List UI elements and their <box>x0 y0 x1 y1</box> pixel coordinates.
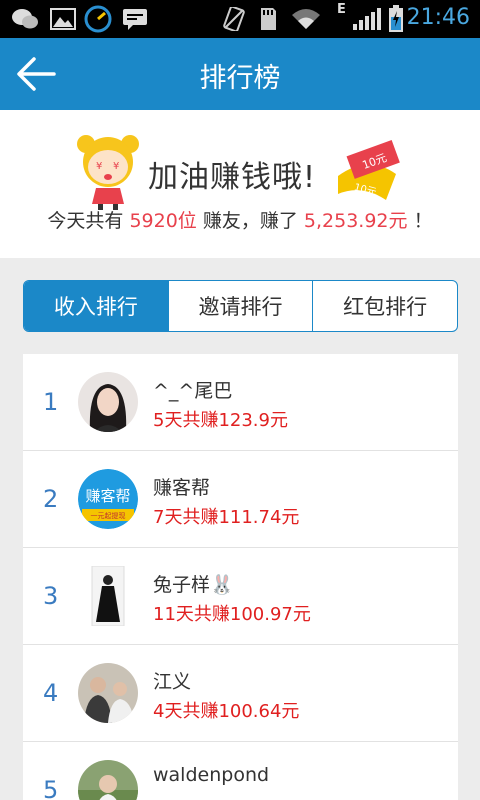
avatar: 赚客帮 一元起提现 <box>78 469 138 529</box>
user-name: 江义 <box>153 671 192 693</box>
user-name: ^_^尾巴 <box>153 380 233 402</box>
wechat-icon <box>12 9 38 29</box>
users-count: 5920位 <box>129 210 197 232</box>
summary-banner: ¥ ¥ 加油赚钱哦! 10元 10元 今天共有 5920位 赚友，赚了 5,25… <box>0 110 480 258</box>
svg-text:¥: ¥ <box>113 161 119 172</box>
tab-invite-ranking[interactable]: 邀请排行 <box>167 281 313 331</box>
ranking-tabs: 收入排行 邀请排行 红包排行 <box>23 280 458 332</box>
avatar <box>78 760 138 800</box>
battery-charging-icon <box>389 5 403 32</box>
clock: 21:46 <box>406 5 470 30</box>
svg-text:一元起提现: 一元起提现 <box>91 511 126 520</box>
tab-income-ranking[interactable]: 收入排行 <box>24 281 168 331</box>
rank-number: 1 <box>43 388 59 416</box>
ranking-row[interactable]: 3 兔子样🐰 11天共赚100.97元 <box>23 548 458 645</box>
page-title: 排行榜 <box>199 63 281 94</box>
rank-number: 5 <box>43 776 59 800</box>
speedometer-icon <box>84 5 112 33</box>
no-sim-icon <box>223 7 245 31</box>
signal-icon <box>353 8 381 30</box>
rank-number: 3 <box>43 582 59 610</box>
ranking-row[interactable]: 5 waldenpond <box>23 742 458 800</box>
avatar <box>78 566 138 626</box>
stats-line: 今天共有 5920位 赚友，赚了 5,253.92元 ！ <box>0 206 480 233</box>
rank-number: 2 <box>43 485 59 513</box>
avatar <box>78 663 138 723</box>
stats-prefix: 今天共有 <box>47 210 130 232</box>
mascot-girl-icon: ¥ ¥ <box>77 135 139 210</box>
coupon-icon: 10元 10元 <box>338 139 400 200</box>
stats-mid: 赚友，赚了 <box>196 210 304 232</box>
ranking-row[interactable]: 1 ^_^尾巴 5天共赚123.9元 <box>23 354 458 451</box>
earnings-text: 5天共赚123.9元 <box>153 410 288 431</box>
status-bar: E 21:46 <box>0 0 480 38</box>
ranking-list: 1 ^_^尾巴 5天共赚123.9元 2 赚客帮 一元起提现 赚客帮 7天共赚1… <box>23 354 458 800</box>
avatar <box>78 372 138 432</box>
sd-card-icon <box>261 8 276 30</box>
stats-suffix: ！ <box>407 210 433 232</box>
slogan-text: 加油赚钱哦! <box>148 160 317 195</box>
earnings-text: 11天共赚100.97元 <box>153 604 311 625</box>
chat-icon <box>123 9 147 30</box>
user-name: waldenpond <box>153 764 270 786</box>
ranking-row[interactable]: 4 江义 4天共赚100.64元 <box>23 645 458 742</box>
earnings-text: 7天共赚111.74元 <box>153 507 300 528</box>
network-type-label: E <box>337 2 346 17</box>
app-bar: 排行榜 <box>0 38 480 110</box>
rank-number: 4 <box>43 679 59 707</box>
total-amount: 5,253.92元 <box>303 210 408 232</box>
svg-text:¥: ¥ <box>96 161 102 172</box>
wifi-icon <box>292 9 320 29</box>
user-name: 赚客帮 <box>153 477 211 499</box>
earnings-text: 4天共赚100.64元 <box>153 701 300 722</box>
svg-text:赚客帮: 赚客帮 <box>85 487 130 505</box>
tab-redpacket-ranking[interactable]: 红包排行 <box>312 281 457 331</box>
gallery-icon <box>50 8 76 30</box>
user-name: 兔子样🐰 <box>153 574 234 596</box>
ranking-row[interactable]: 2 赚客帮 一元起提现 赚客帮 7天共赚111.74元 <box>23 451 458 548</box>
